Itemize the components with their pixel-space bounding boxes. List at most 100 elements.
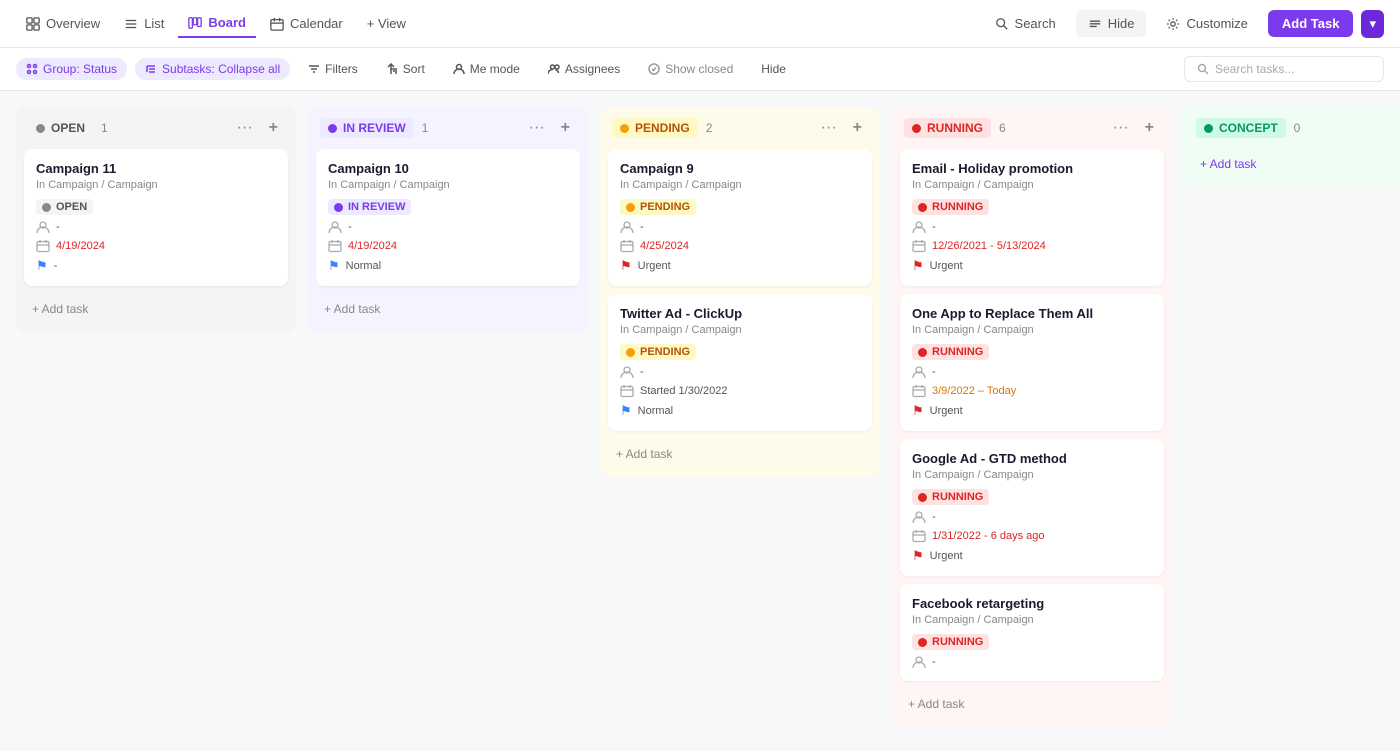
column-status-badge-inreview: IN REVIEW (320, 118, 414, 138)
calendar-field-icon (912, 529, 926, 543)
task-card[interactable]: Twitter Ad - ClickUpIn Campaign / Campai… (608, 294, 872, 431)
assignees-label: Assignees (565, 62, 620, 76)
group-status-label: Group: Status (43, 62, 117, 76)
priority-flag-icon: ⚑ (620, 258, 632, 274)
task-card[interactable]: Campaign 10In Campaign / CampaignIN REVI… (316, 149, 580, 286)
board-icon (188, 16, 202, 30)
card-assignee-field: - (912, 655, 1152, 669)
card-priority-field: ⚑Urgent (912, 258, 1152, 274)
card-breadcrumb: In Campaign / Campaign (620, 179, 860, 191)
card-assignee-value: - (348, 221, 352, 233)
card-assignee-field: - (912, 220, 1152, 234)
task-card[interactable]: Email - Holiday promotion In Campaign / C… (900, 149, 1164, 286)
add-task-row-concept[interactable]: + Add task (1188, 149, 1400, 179)
column-menu-button-inreview[interactable]: ··· (525, 117, 549, 139)
card-title: One App to Replace Them All (912, 306, 1152, 321)
task-card[interactable]: Google Ad - GTD methodIn Campaign / Camp… (900, 439, 1164, 576)
card-priority-field: ⚑Urgent (912, 403, 1152, 419)
assignees-icon (548, 63, 560, 75)
subtasks-icon (145, 63, 157, 75)
add-task-button[interactable]: Add Task (1268, 10, 1354, 37)
nav-overview[interactable]: Overview (16, 10, 110, 37)
column-pending: PENDING 2 ··· + Campaign 9In Campaign / Camp… (600, 107, 880, 477)
card-assignee-field: - (620, 365, 860, 379)
top-nav: Overview List Board Calendar + View Sear… (0, 0, 1400, 48)
column-menu-button-running[interactable]: ··· (1109, 117, 1133, 139)
nav-list[interactable]: List (114, 10, 174, 37)
card-breadcrumb: In Campaign / Campaign (912, 469, 1152, 481)
column-menu-button-pending[interactable]: ··· (817, 117, 841, 139)
card-status-field: RUNNING (912, 634, 1152, 650)
card-title: Campaign 10 (328, 161, 568, 176)
filters-button[interactable]: Filters (298, 58, 368, 80)
card-assignee-value: - (932, 366, 936, 378)
card-breadcrumb: In Campaign / Campaign (912, 179, 1152, 191)
card-title: Email - Holiday promotion (912, 161, 1152, 176)
hide-icon (1088, 17, 1102, 31)
task-card[interactable]: Facebook retargetingIn Campaign / Campai… (900, 584, 1164, 681)
group-status-chip[interactable]: Group: Status (16, 58, 127, 80)
card-priority-field: ⚑- (36, 258, 276, 274)
memode-button[interactable]: Me mode (443, 58, 530, 80)
card-priority-value: Urgent (638, 260, 671, 272)
hide-filter-button[interactable]: Hide (751, 58, 796, 80)
card-assignee-field: - (36, 220, 276, 234)
showclosed-icon (648, 63, 660, 75)
search-button[interactable]: Search (983, 10, 1068, 37)
card-date-field: 1/31/2022 - 6 days ago (912, 529, 1152, 543)
add-task-row-open[interactable]: + Add task (20, 294, 292, 324)
column-header-running: RUNNING6···+ (892, 107, 1172, 149)
task-card[interactable]: One App to Replace Them AllIn Campaign /… (900, 294, 1164, 431)
column-count-pending: 2 (706, 121, 713, 135)
task-card[interactable]: Campaign 11In Campaign / CampaignOPEN-4/… (24, 149, 288, 286)
hide-filter-label: Hide (761, 62, 786, 76)
card-assignee-value: - (56, 221, 60, 233)
customize-label: Customize (1186, 16, 1247, 31)
column-open: OPEN1···+Campaign 11In Campaign / Campai… (16, 107, 296, 332)
nav-right: Search Hide Customize Add Task ▾ (983, 10, 1384, 38)
card-priority-value: - (54, 260, 58, 272)
card-date-field: 3/9/2022 – Today (912, 384, 1152, 398)
sort-button[interactable]: Sort (376, 58, 435, 80)
column-add-button-pending[interactable]: + (847, 117, 868, 139)
card-assignee-value: - (932, 221, 936, 233)
card-assignee-value: - (932, 656, 936, 668)
column-add-button-running[interactable]: + (1139, 117, 1160, 139)
column-status-badge-pending: PENDING (612, 118, 698, 138)
card-assignee-field: - (912, 510, 1152, 524)
add-task-chevron[interactable]: ▾ (1361, 10, 1384, 38)
column-add-button-open[interactable]: + (263, 117, 284, 139)
task-card[interactable]: Campaign 9In Campaign / CampaignPENDING-… (608, 149, 872, 286)
search-tasks-input[interactable]: Search tasks... (1184, 56, 1384, 82)
priority-flag-icon: ⚑ (620, 403, 632, 419)
assignees-button[interactable]: Assignees (538, 58, 630, 80)
column-count-inreview: 1 (422, 121, 429, 135)
card-breadcrumb: In Campaign / Campaign (36, 179, 276, 191)
assignee-icon (912, 655, 926, 669)
customize-icon (1166, 17, 1180, 31)
assignee-icon (912, 220, 926, 234)
add-task-row-inreview[interactable]: + Add task (312, 294, 584, 324)
column-header-open: OPEN1···+ (16, 107, 296, 149)
customize-button[interactable]: Customize (1154, 10, 1259, 37)
card-priority-field: ⚑Normal (620, 403, 860, 419)
memode-icon (453, 63, 465, 75)
hide-button[interactable]: Hide (1076, 10, 1147, 37)
card-priority-value: Urgent (930, 260, 963, 272)
showclosed-button[interactable]: Show closed (638, 58, 743, 80)
nav-calendar[interactable]: Calendar (260, 10, 353, 37)
card-status-field: RUNNING (912, 489, 1152, 505)
sort-icon (386, 63, 398, 75)
showclosed-label: Show closed (665, 62, 733, 76)
nav-view[interactable]: + View (357, 10, 416, 37)
column-menu-button-open[interactable]: ··· (233, 117, 257, 139)
card-priority-value: Urgent (930, 405, 963, 417)
nav-board[interactable]: Board (178, 9, 256, 38)
add-task-row-running[interactable]: + Add task (896, 689, 1168, 719)
add-task-row-pending[interactable]: + Add task (604, 439, 876, 469)
card-date-value: 3/9/2022 – Today (932, 385, 1016, 397)
column-add-button-inreview[interactable]: + (555, 117, 576, 139)
card-status-field: OPEN (36, 199, 276, 215)
card-assignee-field: - (912, 365, 1152, 379)
subtasks-chip[interactable]: Subtasks: Collapse all (135, 58, 290, 80)
